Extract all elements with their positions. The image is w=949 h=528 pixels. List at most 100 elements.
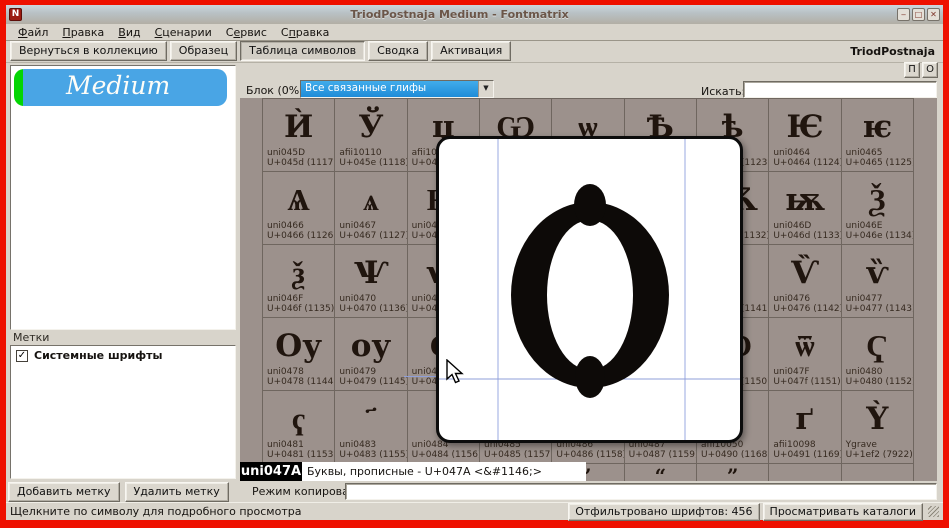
glyph-preview: Ҁ (866, 328, 889, 364)
glyph-cell[interactable]: ҁ uni0481 U+0481 (1153) (263, 391, 336, 464)
glyph-preview: ѿ (795, 328, 815, 364)
glyph-preview: ѭ (784, 182, 826, 218)
glyph-preview: ” (726, 464, 739, 481)
glyph-name: uni0483 (339, 440, 377, 450)
tab-char-table[interactable]: Таблица символов (240, 41, 366, 61)
menu-help[interactable]: Справка (274, 26, 336, 39)
glyph-cell[interactable]: Ѱuni0470 U+0470 (1136) (335, 245, 408, 318)
glyph-preview: Ў (358, 109, 384, 145)
status-hint: Щелкните по символу для подробного просм… (10, 505, 302, 518)
glyph-cell[interactable]: ѷ uni0477 U+0477 (1143) (841, 245, 914, 318)
glyph-name: uni0467 (339, 221, 377, 231)
glyph-preview: Ѷ (790, 255, 820, 291)
block-select[interactable]: Все связанные глифы ▼ (300, 80, 494, 98)
glyph-name: afii10098 (773, 440, 816, 450)
glyph-code: U+0478 (1144) (267, 377, 336, 387)
glyph-cell[interactable]: ҃ uni0483U+0483 (1155) (335, 391, 408, 464)
glyph-code: U+0464 (1124) (773, 158, 842, 168)
glyph-name: uni0464 (773, 148, 811, 158)
glyph-code: U+1ef2 (7922) (845, 450, 913, 460)
font-preview-card[interactable]: Medium (14, 69, 227, 106)
glyph-cell[interactable]: ґ afii10098 U+0491 (1169) (769, 391, 842, 464)
search-input[interactable] (743, 81, 937, 98)
glyph-cell[interactable]: Ѧuni0466 U+0466 (1126) (263, 172, 336, 245)
glyph-cell[interactable] (769, 464, 842, 481)
glyph-cell[interactable]: Ѯuni046E U+046e (1134) (841, 172, 914, 245)
glyph-cell[interactable]: Оу uni0478 U+0478 (1144) (263, 318, 336, 391)
tab-activation[interactable]: Активация (431, 41, 512, 61)
copy-mode-input[interactable] (345, 483, 937, 500)
glyph-code: U+0485 (1157) (484, 450, 553, 460)
minimize-button[interactable]: ‒ (897, 8, 910, 21)
glyph-code: U+0470 (1136) (339, 304, 408, 314)
glyph-cell[interactable]: ѭ uni046D U+046d (1133) (769, 172, 842, 245)
glyph-preview: ҁ (291, 401, 306, 437)
glyph-cell[interactable]: ѯ uni046F U+046f (1135) (263, 245, 336, 318)
tab-back-to-collection[interactable]: Вернуться в коллекцию (10, 41, 167, 61)
glyph-code: U+0490 (1168) (701, 450, 770, 460)
glyph-code: U+0484 (1156) (411, 450, 480, 460)
glyph-code: U+0466 (1126) (267, 231, 336, 241)
tab-summary[interactable]: Сводка (368, 41, 429, 61)
check-icon: ✓ (17, 349, 27, 361)
glyph-code: U+0477 (1143) (845, 304, 914, 314)
glyph-name: uni0476 (773, 294, 811, 304)
prev-block-button[interactable]: П (904, 62, 920, 78)
glyph-name: uni046E (845, 221, 883, 231)
menu-edit[interactable]: Правка (55, 26, 111, 39)
glyph-cell[interactable]: Ѥuni0464 U+0464 (1124) (769, 99, 842, 172)
glyph-preview: Ỳ (866, 401, 889, 437)
block-nav-buttons: П О (904, 62, 938, 78)
maximize-button[interactable]: □ (912, 8, 925, 21)
title-bar[interactable]: N TriodPostnaja Medium - Fontmatrix ‒ □ … (6, 5, 943, 24)
chevron-down-icon[interactable]: ▼ (478, 81, 493, 97)
search-label: Искать: (701, 85, 746, 98)
glyph-preview: ґ (795, 401, 815, 437)
menu-scripts[interactable]: Сценарии (148, 26, 219, 39)
glyph-cell[interactable]: ” (697, 464, 770, 481)
tag-checkbox[interactable]: ✓ (16, 349, 28, 362)
resize-grip-icon[interactable] (928, 506, 939, 517)
glyph-cell[interactable]: Ҁuni0480 U+0480 (1152) (841, 318, 914, 391)
glyph-cell[interactable]: Ỳ Ygrave U+1ef2 (7922) (841, 391, 914, 464)
glyph-cell[interactable]: “ (625, 464, 697, 481)
menu-view[interactable]: Вид (111, 26, 147, 39)
add-tag-button[interactable]: Добавить метку (8, 482, 120, 502)
glyph-cell[interactable]: Ўafii10110 U+045e (1118) (335, 99, 408, 172)
glyph-preview: ҃ (335, 391, 406, 437)
close-button[interactable]: ✕ (927, 8, 940, 21)
browse-folders-button[interactable]: Просматривать каталоги (762, 502, 923, 521)
glyph-preview: Ѧ (287, 182, 310, 218)
glyph-cell[interactable]: Ѝuni045D U+045d (1117) (263, 99, 336, 172)
glyph-cell[interactable] (842, 464, 914, 481)
glyph-preview: оу (350, 328, 392, 364)
glyph-code: U+0487 (1159) (628, 450, 697, 460)
glyph-cell[interactable]: ѧ uni0467 U+0467 (1127) (335, 172, 408, 245)
menu-service[interactable]: Сервис (219, 26, 274, 39)
selected-glyph-description: Буквы, прописные - U+047A <&#1146;> (302, 462, 586, 481)
tags-list[interactable]: ✓ Системные шрифты (10, 345, 236, 479)
glyph-preview (842, 464, 913, 481)
glyph-cell[interactable]: Ѷuni0476 U+0476 (1142) (769, 245, 842, 318)
glyph-detail-popup[interactable] (436, 136, 743, 443)
glyph-cell[interactable]: ѿ uni047F U+047f (1151) (769, 318, 842, 391)
glyph-name: Ygrave (845, 440, 877, 450)
glyph-code: U+0486 (1158) (556, 450, 625, 460)
selected-glyph-id: uni047A (240, 462, 302, 481)
current-font-name: TriodPostnaja (850, 45, 935, 58)
glyph-name: uni0480 (845, 367, 883, 377)
filtered-fonts-button[interactable]: Отфильтровано шрифтов: 456 (568, 502, 760, 521)
glyph-name: afii10110 (339, 148, 382, 158)
glyph-code: U+0491 (1169) (773, 450, 842, 460)
next-block-button[interactable]: О (922, 62, 938, 78)
tag-label: Системные шрифты (34, 349, 163, 362)
tab-sample[interactable]: Образец (169, 41, 238, 61)
glyph-cell[interactable]: оу uni0479 U+0479 (1145) (335, 318, 408, 391)
glyph-code: U+0483 (1155) (339, 450, 408, 460)
glyph-code: U+047f (1151) (773, 377, 841, 387)
remove-tag-button[interactable]: Удалить метку (124, 482, 229, 502)
glyph-code: U+046f (1135) (267, 304, 335, 314)
glyph-cell[interactable]: ѥ uni0465 U+0465 (1125) (841, 99, 914, 172)
tag-row[interactable]: ✓ Системные шрифты (11, 346, 235, 365)
menu-file[interactable]: Файл (11, 26, 55, 39)
